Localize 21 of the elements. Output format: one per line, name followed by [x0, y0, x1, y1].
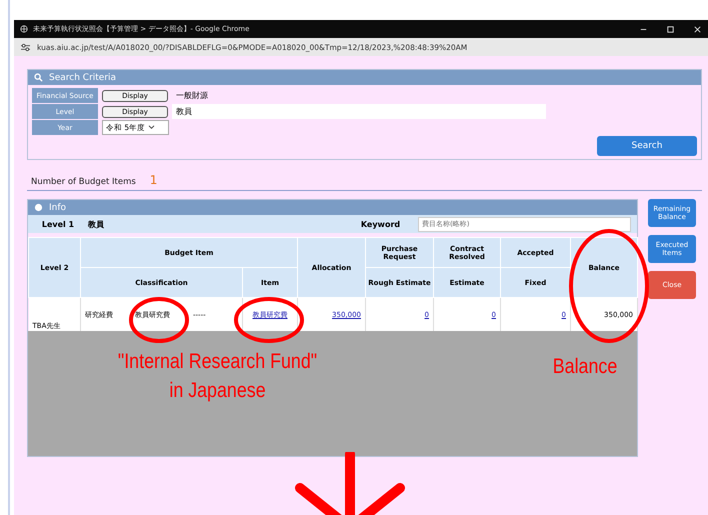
- chevron-icon: [148, 125, 156, 130]
- level1-value: 教員: [88, 218, 105, 230]
- level1-label: Level 1: [40, 220, 76, 228]
- close-icon[interactable]: [693, 24, 702, 34]
- highlight-circle: [233, 296, 305, 344]
- maximize-icon[interactable]: [666, 24, 675, 34]
- annotation-text: "Internal Research Fund" in Japanese: [116, 349, 318, 404]
- site-settings-icon[interactable]: [20, 42, 31, 52]
- panel-title: Search Criteria: [49, 72, 116, 82]
- annotation-text: Balance: [552, 354, 618, 380]
- highlight-circle: [128, 296, 190, 344]
- count-label: Number of Budget Items: [31, 177, 136, 187]
- panel-title: Info: [49, 202, 66, 212]
- criteria-value: 一般財源: [175, 90, 208, 102]
- dot-icon: [34, 203, 43, 212]
- globe-icon: [20, 25, 28, 33]
- criteria-value: 教員: [172, 104, 546, 119]
- search-icon: [34, 73, 43, 82]
- search-button[interactable]: Search: [597, 136, 697, 156]
- count-value: 1: [150, 173, 158, 187]
- keyword-label: Keyword: [360, 220, 402, 228]
